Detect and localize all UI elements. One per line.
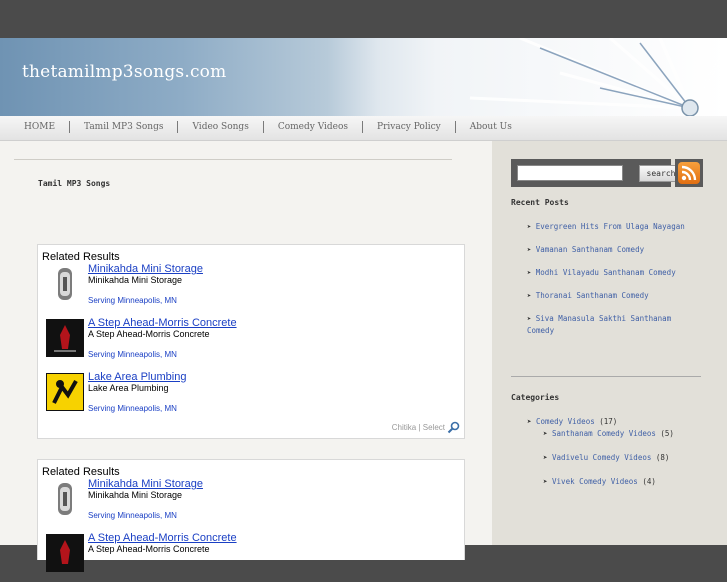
category-count: (4) [642, 477, 656, 486]
ad-description: Minikahda Mini Storage [88, 490, 183, 500]
ad-description: Lake Area Plumbing [88, 383, 169, 393]
nav-tamil-mp3-songs[interactable]: Tamil MP3 Songs [69, 121, 177, 133]
ad-description: Minikahda Mini Storage [88, 275, 183, 285]
arrow-icon: ➤ [543, 477, 548, 486]
ad-location[interactable]: Serving Minneapolis, MN [88, 296, 177, 305]
page-title: Tamil MP3 Songs [38, 179, 111, 188]
nav-home[interactable]: HOME [10, 121, 69, 133]
arrow-icon: ➤ [527, 417, 532, 426]
post-link[interactable]: Siva Manasula Sakthi Santhanam Comedy [527, 314, 671, 335]
arrow-icon: ➤ [527, 269, 532, 277]
storage-thumbnail[interactable] [46, 480, 84, 518]
category-count: (8) [655, 453, 670, 462]
ad-link[interactable]: Minikahda Mini Storage [88, 263, 203, 275]
rss-feed[interactable] [675, 159, 703, 187]
categories-heading: Categories [511, 393, 560, 402]
list-item[interactable]: ➤ Vamanan Santhanam Comedy [527, 244, 687, 256]
category-link[interactable]: Vivek Comedy Videos [552, 477, 638, 486]
list-item[interactable]: ➤ Siva Manasula Sakthi Santhanam Comedy [527, 313, 687, 337]
ad-item[interactable]: Minikahda Mini Storage Minikahda Mini St… [38, 263, 458, 313]
category-item[interactable]: ➤ Comedy Videos (17) ➤ Santhanam Comedy … [527, 416, 697, 488]
ad-link[interactable]: A Step Ahead-Morris Concrete [88, 317, 237, 329]
nav-privacy-policy[interactable]: Privacy Policy [362, 121, 455, 133]
post-link[interactable]: Evergreen Hits From Ulaga Nayagan [536, 222, 685, 231]
concrete-thumbnail[interactable] [46, 534, 84, 572]
ad-location[interactable]: Serving Minneapolis, MN [88, 404, 177, 413]
search-icon[interactable] [447, 421, 460, 434]
ad-footer[interactable]: Chitika | Select [392, 421, 460, 434]
content-divider [14, 159, 452, 160]
sidebar: search Recent Posts ➤ Evergreen Hits Fro… [492, 141, 727, 545]
ad-item[interactable]: A Step Ahead-Morris Concrete A Step Ahea… [38, 317, 458, 367]
site-header: thetamilmp3songs.com [0, 38, 727, 116]
related-results-ad: Related Results Minikahda Mini Storage M… [37, 244, 465, 439]
arrow-icon: ➤ [543, 429, 548, 438]
nav-comedy-videos[interactable]: Comedy Videos [262, 121, 362, 133]
post-link[interactable]: Modhi Vilayadu Santhanam Comedy [536, 268, 676, 277]
recent-posts-heading: Recent Posts [511, 198, 569, 207]
arrow-icon: ➤ [527, 246, 532, 254]
rss-icon[interactable] [678, 162, 700, 184]
nav-video-songs[interactable]: Video Songs [177, 121, 262, 133]
search-input[interactable] [517, 165, 623, 181]
category-link[interactable]: Vadivelu Comedy Videos [552, 453, 651, 462]
ad-description: A Step Ahead-Morris Concrete [88, 544, 210, 554]
list-item[interactable]: ➤ Evergreen Hits From Ulaga Nayagan [527, 221, 687, 233]
arrow-icon: ➤ [527, 223, 532, 231]
top-bar [0, 0, 727, 38]
site-title[interactable]: thetamilmp3songs.com [22, 62, 226, 82]
ad-location[interactable]: Serving Minneapolis, MN [88, 350, 177, 359]
chitika-label[interactable]: Chitika | Select [392, 423, 445, 432]
plumbing-thumbnail[interactable] [46, 373, 84, 411]
main-navigation: HOME Tamil MP3 Songs Video Songs Comedy … [0, 116, 727, 141]
category-count: (5) [660, 429, 674, 438]
recent-posts-list: ➤ Evergreen Hits From Ulaga Nayagan ➤ Va… [527, 221, 687, 348]
post-link[interactable]: Vamanan Santhanam Comedy [536, 245, 644, 254]
post-link[interactable]: Thoranai Santhanam Comedy [536, 291, 649, 300]
list-item[interactable]: ➤ Modhi Vilayadu Santhanam Comedy [527, 267, 687, 279]
subcategory-item[interactable]: ➤ Santhanam Comedy Videos (5) [527, 428, 697, 440]
categories-list: ➤ Comedy Videos (17) ➤ Santhanam Comedy … [527, 416, 697, 488]
subcategory-item[interactable]: ➤ Vivek Comedy Videos (4) [527, 476, 697, 488]
ad-link[interactable]: Lake Area Plumbing [88, 371, 186, 383]
arrow-icon: ➤ [527, 292, 532, 300]
list-item[interactable]: ➤ Thoranai Santhanam Comedy [527, 290, 687, 302]
ad-item[interactable]: Lake Area Plumbing Lake Area Plumbing Se… [38, 371, 458, 421]
storage-thumbnail[interactable] [46, 265, 84, 303]
ad-link[interactable]: A Step Ahead-Morris Concrete [88, 532, 237, 544]
search-form: search [511, 159, 683, 187]
main-content: Tamil MP3 Songs Related Results Minikahd… [0, 141, 492, 572]
ad-title: Related Results [42, 251, 120, 263]
ad-item[interactable]: A Step Ahead-Morris Concrete A Step Ahea… [38, 532, 458, 582]
ad-description: A Step Ahead-Morris Concrete [88, 329, 210, 339]
arrow-icon: ➤ [543, 453, 548, 462]
concrete-thumbnail[interactable] [46, 319, 84, 357]
category-count: (17) [599, 417, 618, 426]
ad-item[interactable]: Minikahda Mini Storage Minikahda Mini St… [38, 478, 458, 528]
category-link[interactable]: Santhanam Comedy Videos [552, 429, 656, 438]
subcategory-item[interactable]: ➤ Vadivelu Comedy Videos (8) [527, 452, 697, 464]
ad-location[interactable]: Serving Minneapolis, MN [88, 511, 177, 520]
category-link[interactable]: Comedy Videos [536, 417, 595, 426]
sidebar-divider [511, 376, 701, 377]
ad-title: Related Results [42, 466, 120, 478]
arrow-icon: ➤ [527, 315, 532, 323]
nav-about-us[interactable]: About Us [454, 121, 526, 133]
ad-link[interactable]: Minikahda Mini Storage [88, 478, 203, 490]
